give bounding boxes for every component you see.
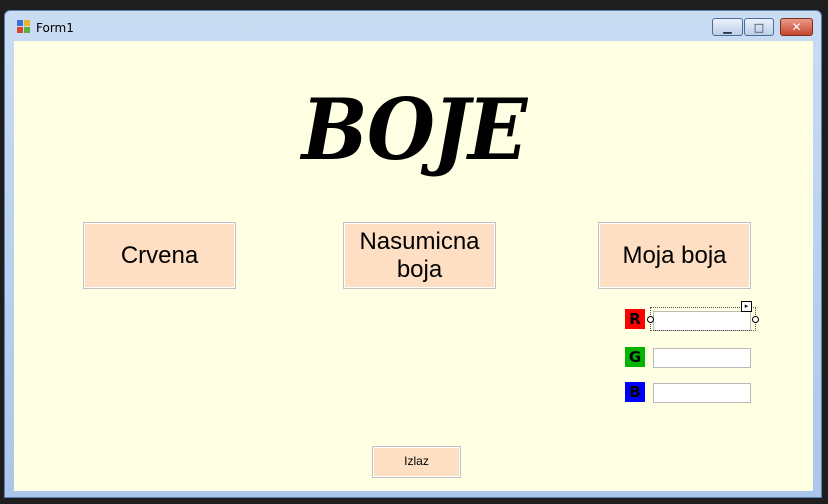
designer-selection-frame: ▸ <box>647 301 759 331</box>
maximize-icon: □ <box>753 20 765 34</box>
close-button[interactable]: ✕ <box>780 18 813 36</box>
g-label: G <box>625 347 645 367</box>
g-input[interactable] <box>653 348 751 368</box>
random-color-button[interactable]: Nasumicna boja <box>343 222 496 289</box>
title-bar[interactable]: Form1 ▁ □ ✕ <box>5 11 821 41</box>
app-icon <box>17 20 31 34</box>
my-color-button[interactable]: Moja boja <box>598 222 751 289</box>
red-button[interactable]: Crvena <box>83 222 236 289</box>
window-title: Form1 <box>36 21 74 35</box>
form-window: Form1 ▁ □ ✕ BOJE Crvena Nasumicna boja M… <box>4 10 822 498</box>
close-icon: ✕ <box>791 20 802 34</box>
resize-handle-right[interactable] <box>752 316 759 323</box>
b-label: B <box>625 382 645 402</box>
resize-handle-left[interactable] <box>647 316 654 323</box>
form-client-area: BOJE Crvena Nasumicna boja Moja boja R G… <box>14 41 813 491</box>
page-title: BOJE <box>301 81 528 180</box>
smart-tag-icon[interactable]: ▸ <box>741 301 752 312</box>
maximize-button[interactable]: □ <box>744 18 774 36</box>
b-input[interactable] <box>653 383 751 403</box>
minimize-icon: ▁ <box>723 20 732 34</box>
minimize-button[interactable]: ▁ <box>712 18 743 36</box>
exit-button[interactable]: Izlaz <box>372 446 461 478</box>
r-label: R <box>625 309 645 329</box>
